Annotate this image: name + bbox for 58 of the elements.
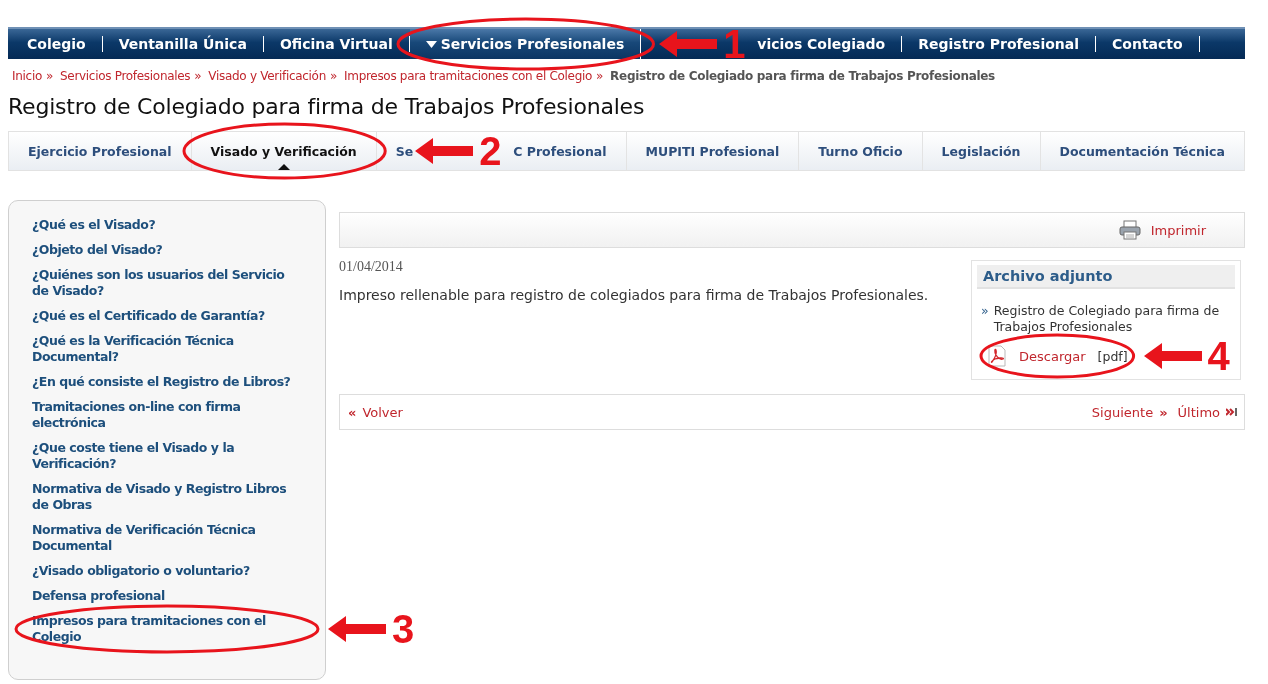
- sidebar-link[interactable]: ¿Qué es la Verificación Técnica Documental?: [32, 333, 302, 365]
- sidebar-link[interactable]: Defensa profesional: [32, 588, 302, 604]
- nav-tab[interactable]: Ejercicio Profesional: [9, 132, 192, 170]
- printer-icon: [1118, 220, 1141, 240]
- nav-tab[interactable]: Legislación: [922, 132, 1041, 170]
- breadcrumb-separator: »: [329, 69, 337, 83]
- file-name: Registro de Colegiado para firma de Trabajos Profesionales: [993, 303, 1221, 335]
- last-link[interactable]: Último: [1177, 404, 1220, 420]
- pdf-icon: [987, 345, 1007, 367]
- nav-link[interactable]: Ventanilla Única: [102, 36, 264, 52]
- nav-tab[interactable]: MUPITI Profesional: [626, 132, 800, 170]
- breadcrumb-separator: »: [45, 69, 53, 83]
- dropdown-icon: [425, 40, 437, 48]
- sidebar-link[interactable]: ¿Qué es el Certificado de Garantía?: [32, 308, 302, 324]
- nav-link[interactable]: Colegio: [8, 36, 103, 52]
- annotation-number: 3: [392, 607, 415, 651]
- arrow-icon: [1143, 343, 1202, 369]
- next-mark: »: [1159, 404, 1168, 420]
- next-link[interactable]: Siguiente: [1091, 404, 1154, 420]
- sidebar-link[interactable]: Normativa de Visado y Registro Libros de Obras: [32, 481, 302, 513]
- nav-tab[interactable]: Turno Oficio: [799, 132, 923, 170]
- sidebar-link[interactable]: ¿Quiénes son los usuarios del Servicio de Visado?: [32, 267, 302, 299]
- back-link[interactable]: Volver: [362, 404, 403, 420]
- breadcrumb-link[interactable]: Impresos para tramitaciones con el Colegio: [344, 69, 593, 83]
- nav-link[interactable]: Servicios Profesionales: [409, 29, 642, 59]
- download-link[interactable]: Descargar: [1019, 348, 1086, 364]
- sidebar-link[interactable]: ¿Que coste tiene el Visado y la Verificación?: [32, 440, 302, 472]
- breadcrumb-current: Registro de Colegiado para firma de Trabajos Profesionales: [610, 69, 995, 83]
- nav-link[interactable]: Contacto: [1096, 36, 1200, 52]
- sidebar-link[interactable]: Tramitaciones on-line con firma electrónica: [32, 399, 302, 431]
- publish-date: 01/04/2014: [339, 259, 404, 275]
- page-title: Registro de Colegiado para firma de Trabajos Profesionales: [8, 94, 646, 119]
- arrow-icon: [659, 31, 718, 57]
- breadcrumb-link[interactable]: Inicio: [12, 69, 42, 83]
- sidebar-link[interactable]: ¿Qué es el Visado?: [32, 217, 302, 233]
- breadcrumb-separator: »: [596, 69, 604, 83]
- attachment-heading: Archivo adjunto: [977, 265, 1235, 289]
- description-text: Impreso rellenable para registro de colegiados para firma de Trabajos Profesionales.: [339, 287, 929, 304]
- nav-tab[interactable]: Documentación Técnica: [1040, 132, 1245, 170]
- arrow-icon: [415, 138, 474, 164]
- breadcrumb-link[interactable]: Visado y Verificación: [208, 69, 326, 83]
- sidebar-link[interactable]: ¿Objeto del Visado?: [32, 242, 302, 258]
- breadcrumb-separator: »: [194, 69, 202, 83]
- print-link[interactable]: Imprimir: [1150, 222, 1206, 238]
- sidebar-link[interactable]: Normativa de Verificación Técnica Documental: [32, 522, 302, 554]
- nav-link[interactable]: Oficina Virtual: [263, 36, 410, 52]
- breadcrumb-link[interactable]: Servicios Profesionales: [60, 69, 191, 83]
- annotation-number: 2: [479, 129, 502, 173]
- bullet-mark: »: [981, 303, 989, 320]
- sidebar-link[interactable]: ¿En qué consiste el Registro de Libros?: [32, 374, 302, 390]
- last-page-icon: [1226, 407, 1238, 417]
- annotation-number: 4: [1207, 334, 1230, 378]
- caret-icon: [277, 164, 290, 170]
- file-format: [pdf]: [1097, 348, 1128, 364]
- arrow-icon: [328, 616, 386, 642]
- back-mark: «: [348, 404, 357, 420]
- nav-link[interactable]: Registro Profesional: [902, 36, 1097, 52]
- sidebar-link[interactable]: ¿Visado obligatorio o voluntario?: [32, 563, 302, 579]
